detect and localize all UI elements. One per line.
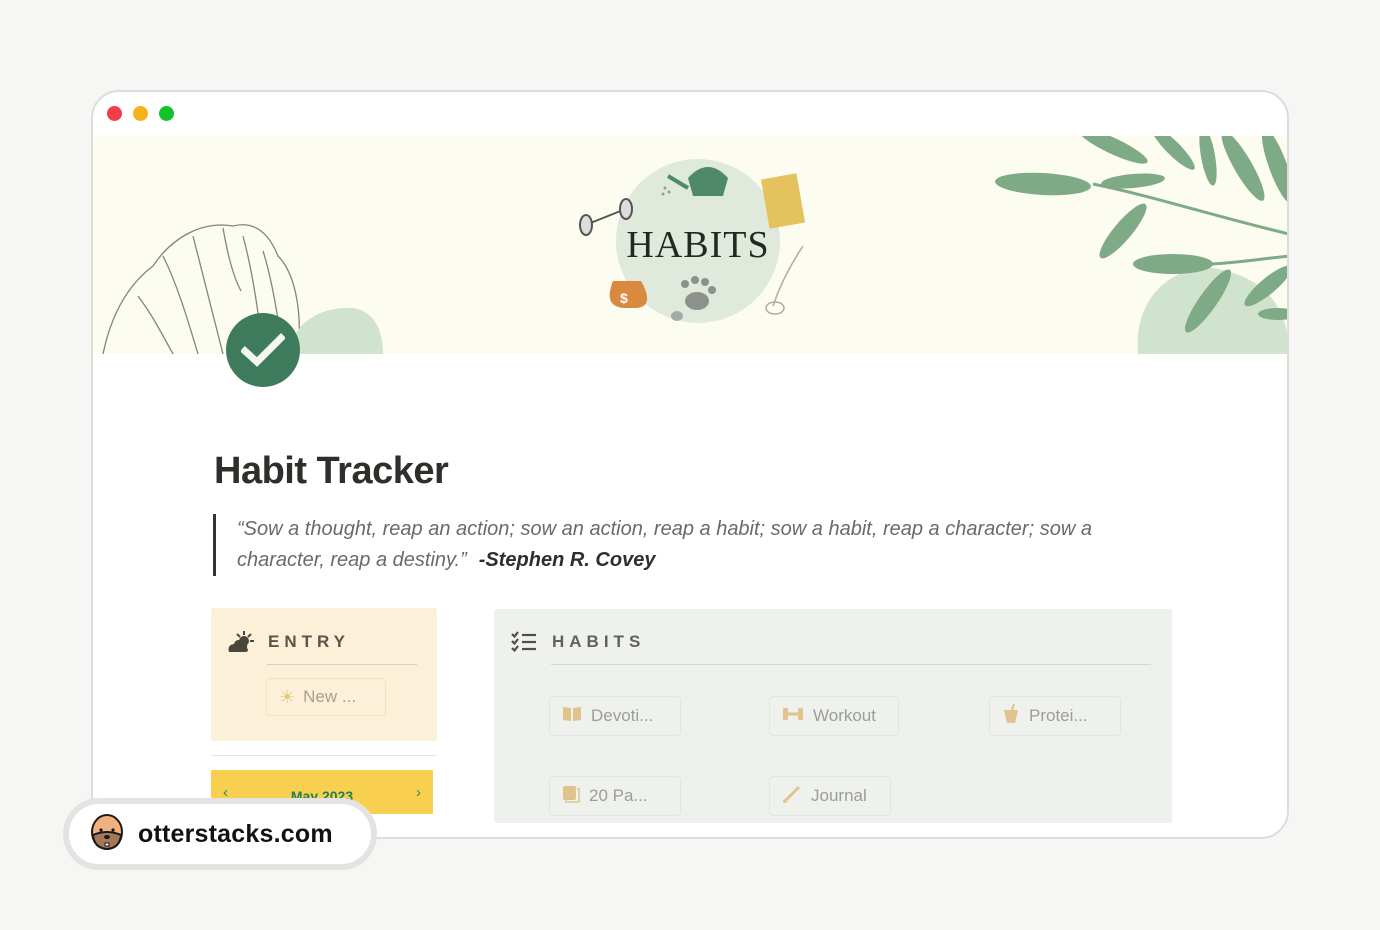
window-controls	[107, 106, 174, 121]
habit-label: 20 Pa...	[589, 786, 648, 805]
maximize-window-button[interactable]	[159, 106, 174, 121]
quote-text: “Sow a thought, reap an action; sow an a…	[237, 518, 1092, 571]
quote-block: “Sow a thought, reap an action; sow an a…	[213, 514, 1173, 576]
book-open-icon	[562, 706, 582, 727]
checklist-icon	[511, 631, 537, 653]
habit-label: Journal	[811, 786, 867, 805]
habits-section: HABITS Devoti... Workout Protei... 20 Pa…	[494, 609, 1172, 823]
entry-section: ENTRY ☀ New ...	[211, 608, 437, 741]
new-entry-label: New ...	[303, 687, 357, 706]
pages-icon	[562, 785, 580, 808]
check-circle-icon[interactable]	[226, 313, 300, 387]
habit-label: Protei...	[1029, 706, 1088, 725]
protein-shake-icon	[1002, 703, 1020, 729]
habits-title: HABITS	[552, 632, 646, 651]
section-divider	[211, 755, 437, 756]
cover-title: HABITS	[626, 224, 769, 266]
close-window-button[interactable]	[107, 106, 122, 121]
next-month-button[interactable]: ›	[416, 784, 421, 801]
dumbbell-icon	[782, 706, 804, 726]
quote-author: -Stephen R. Covey	[478, 549, 656, 571]
entry-title: ENTRY	[268, 632, 350, 651]
pen-icon	[782, 785, 802, 808]
habits-header: HABITS	[511, 631, 645, 653]
minimize-window-button[interactable]	[133, 106, 148, 121]
svg-text:$: $	[620, 290, 628, 306]
habit-item-devotion[interactable]: Devoti...	[549, 696, 681, 736]
sun-behind-cloud-icon	[226, 630, 256, 654]
otter-avatar-icon	[90, 813, 124, 856]
new-entry-button[interactable]: ☀ New ...	[266, 678, 386, 716]
watermark-domain: otterstacks.com	[138, 819, 333, 848]
habit-item-workout[interactable]: Workout	[769, 696, 899, 736]
green-blob-left	[288, 307, 383, 354]
watermark-badge[interactable]: otterstacks.com	[63, 798, 377, 870]
page-title: Habit Tracker	[214, 450, 449, 492]
app-window: HABITS $ Habit Tracker “Sow a thought, r…	[91, 90, 1289, 839]
habit-item-journal[interactable]: Journal	[769, 776, 891, 816]
entry-divider	[267, 664, 417, 665]
habits-divider	[551, 664, 1151, 665]
habit-item-protein[interactable]: Protei...	[989, 696, 1121, 736]
habit-item-pages[interactable]: 20 Pa...	[549, 776, 681, 816]
money-bag-icon: $	[609, 281, 648, 308]
sun-icon: ☀	[279, 686, 296, 707]
habit-label: Devoti...	[591, 706, 654, 725]
habit-label: Workout	[813, 706, 876, 725]
entry-header: ENTRY	[226, 630, 350, 654]
